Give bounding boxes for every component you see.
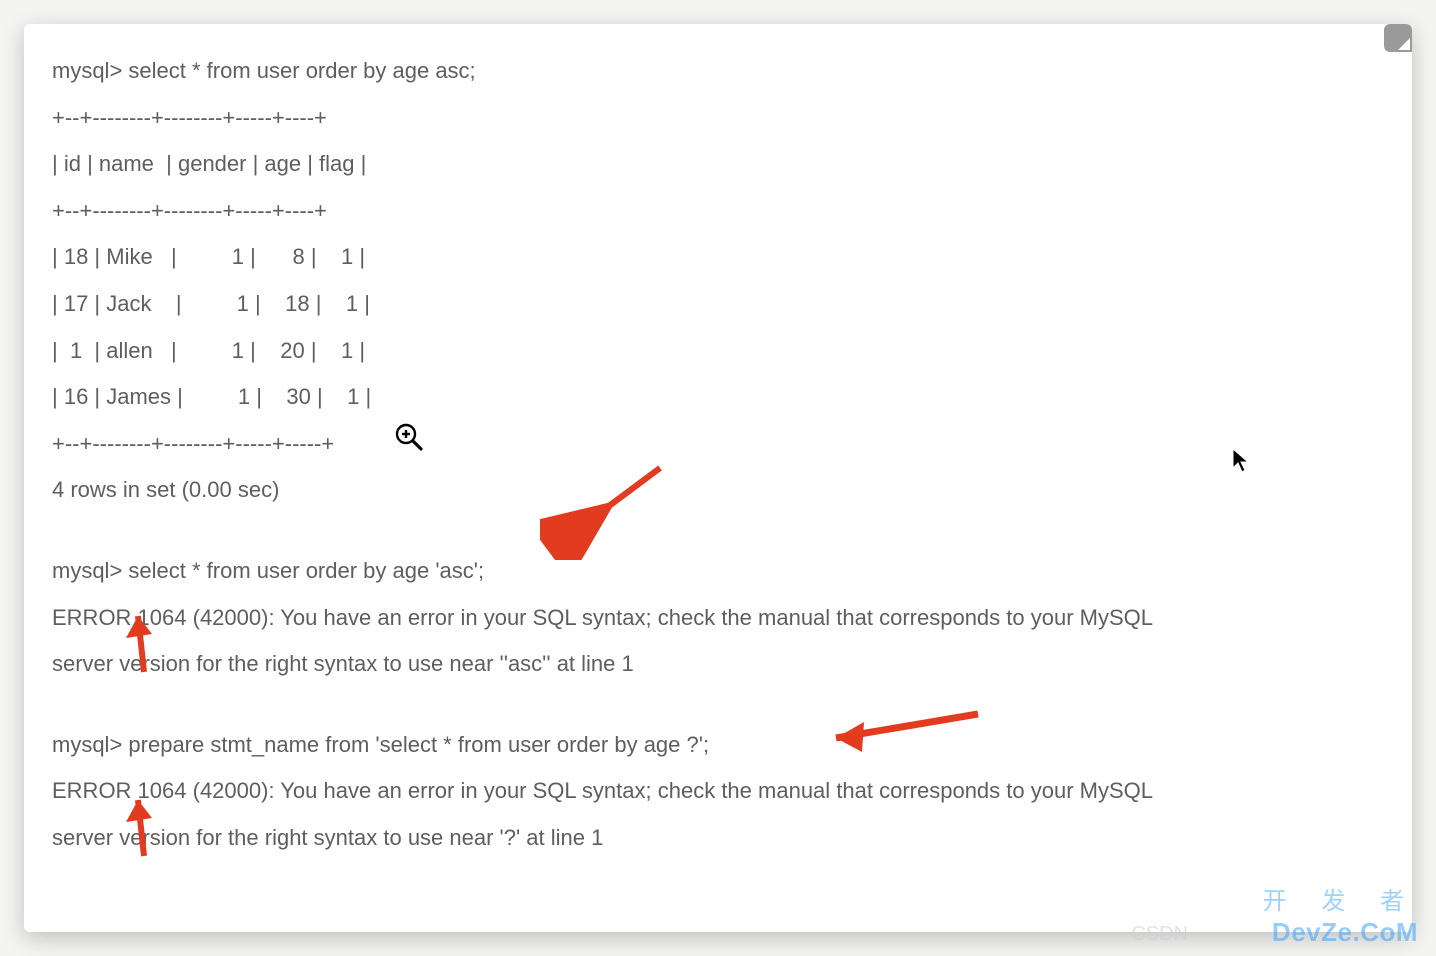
- table-header: | id | name | gender | age | flag |: [52, 141, 1384, 188]
- expand-icon[interactable]: [1384, 24, 1412, 52]
- table-border-bot: +--+--------+--------+-----+-----+: [52, 421, 1384, 468]
- result-summary: 4 rows in set (0.00 sec): [52, 467, 1384, 514]
- error-line: server version for the right syntax to u…: [52, 641, 1384, 688]
- table-border-top: +--+--------+--------+-----+----+: [52, 95, 1384, 142]
- table-row: | 18 | Mike | 1 | 8 | 1 |: [52, 234, 1384, 281]
- table-row: | 16 | James | 1 | 30 | 1 |: [52, 374, 1384, 421]
- error-line: ERROR 1064 (42000): You have an error in…: [52, 595, 1384, 642]
- watermark-csdn: CSDN: [1131, 923, 1188, 946]
- table-row: | 1 | allen | 1 | 20 | 1 |: [52, 328, 1384, 375]
- terminal-card: mysql> select * from user order by age a…: [24, 24, 1412, 932]
- blank-line: [52, 688, 1384, 722]
- sql-query-3: mysql> prepare stmt_name from 'select * …: [52, 722, 1384, 769]
- sql-query-2: mysql> select * from user order by age '…: [52, 548, 1384, 595]
- watermark-devze: DevZe.CoM: [1272, 917, 1418, 948]
- table-row: | 17 | Jack | 1 | 18 | 1 |: [52, 281, 1384, 328]
- sql-query-1: mysql> select * from user order by age a…: [52, 48, 1384, 95]
- error-line: server version for the right syntax to u…: [52, 815, 1384, 862]
- error-line: ERROR 1064 (42000): You have an error in…: [52, 768, 1384, 815]
- watermark-cn: 开 发 者: [1263, 881, 1418, 916]
- blank-line: [52, 514, 1384, 548]
- table-border-mid: +--+--------+--------+-----+----+: [52, 188, 1384, 235]
